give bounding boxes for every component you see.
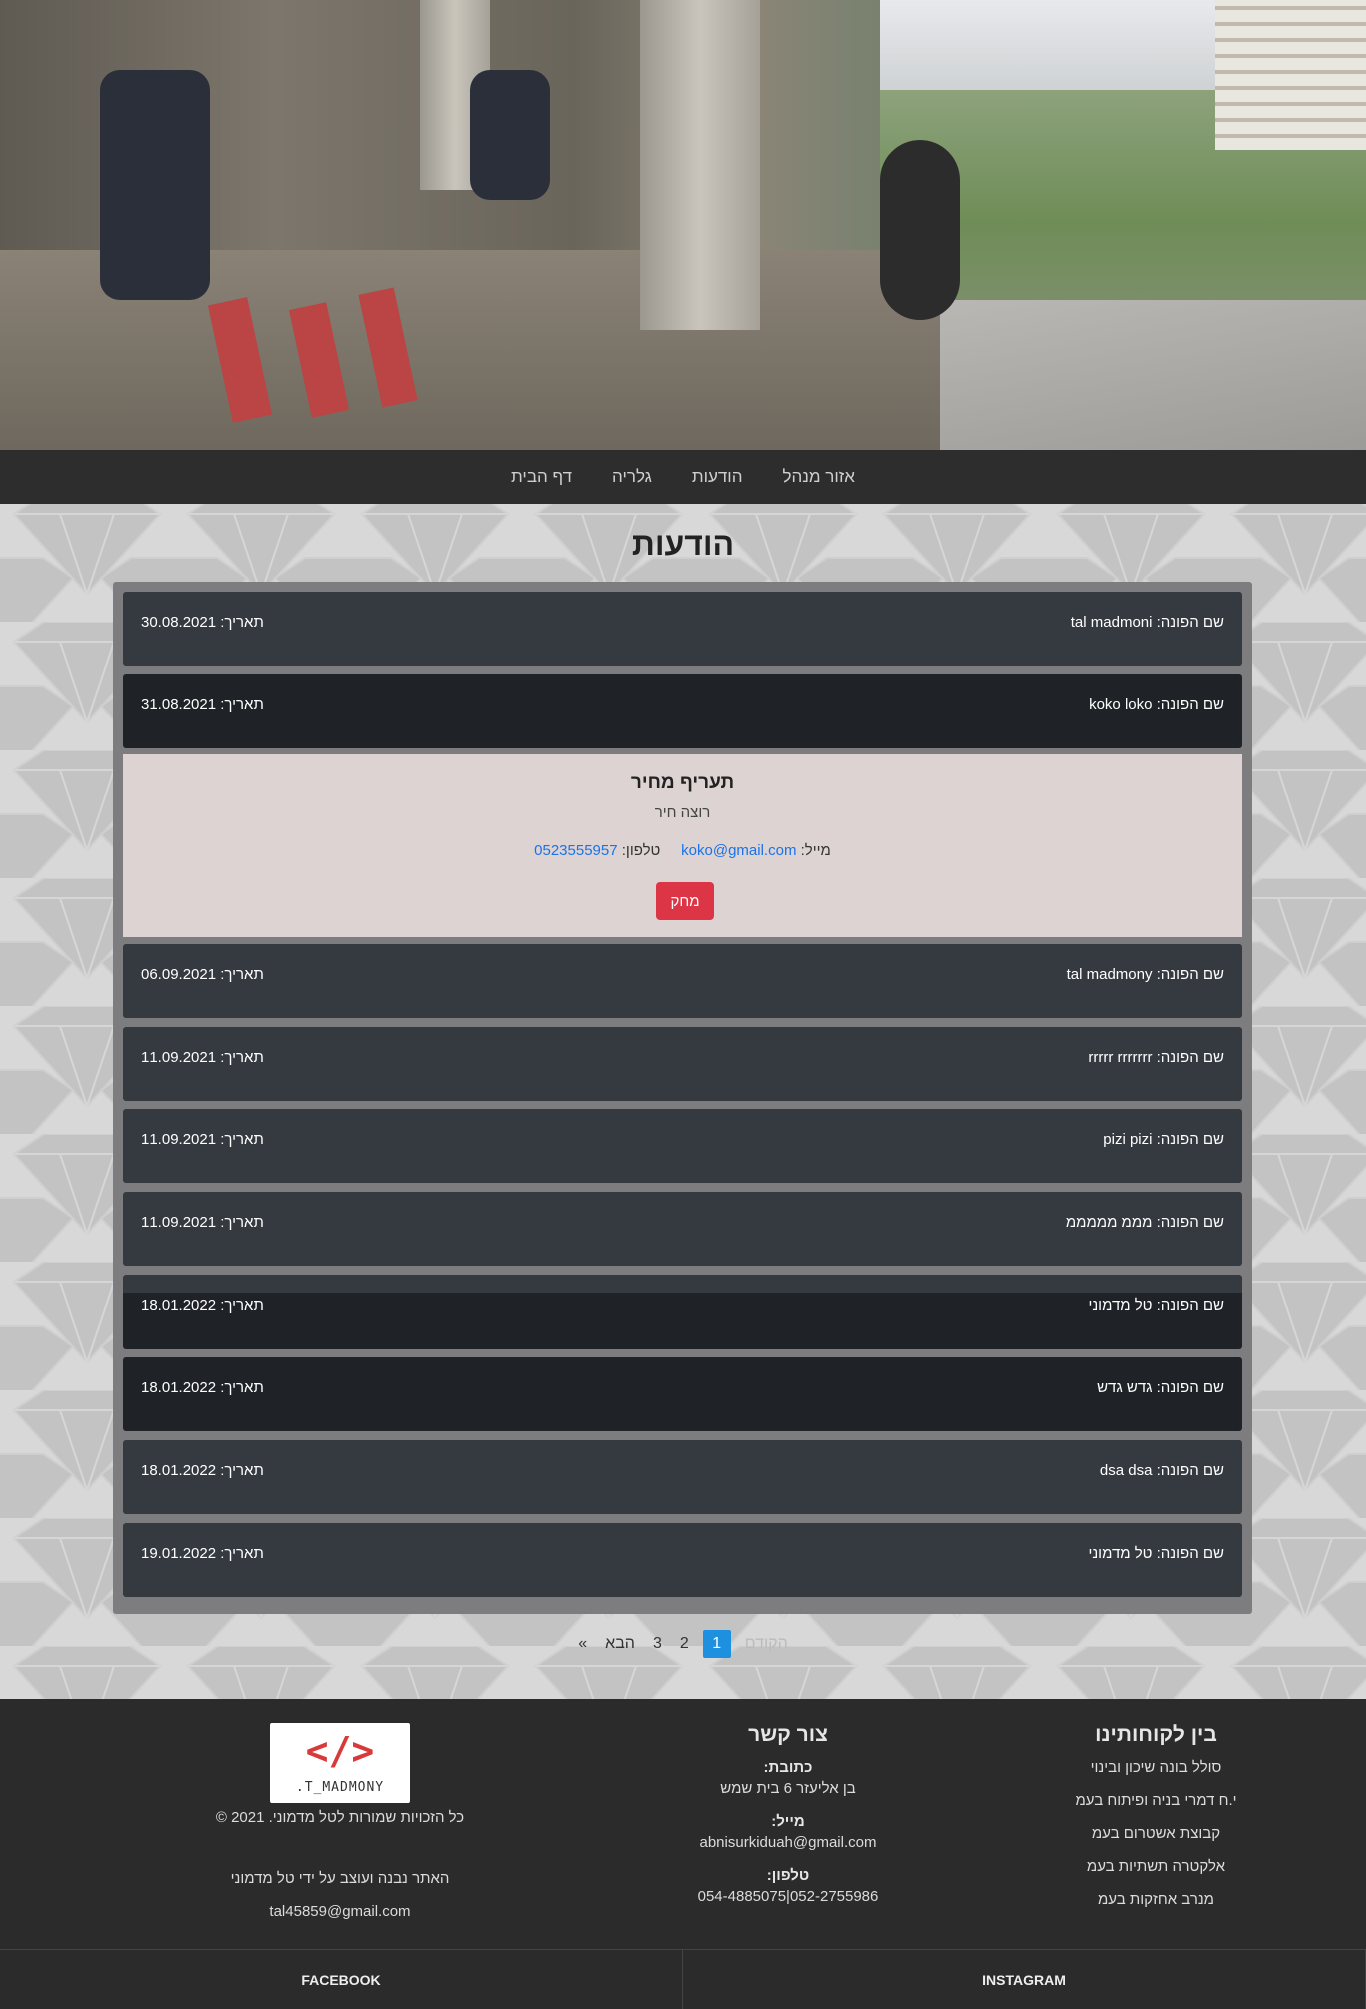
message-date: תאריך: 30.08.2021 — [141, 614, 264, 631]
messages-section: הודעות שם הפונה: tal madmoni תאריך: 30.0… — [0, 504, 1366, 1699]
footer: בין לקוחותינו סולל בונה שיכון ובינוי י.ח… — [0, 1699, 1366, 1949]
pager-last[interactable]: » — [574, 1633, 591, 1655]
sender-name: שם הפונה: טל מדמוני — [1088, 1545, 1224, 1562]
message-row-expanded[interactable]: שם הפונה: koko loko תאריך: 31.08.2021 — [123, 674, 1242, 748]
pager-page-1[interactable]: 1 — [702, 1630, 731, 1658]
brand-column: </> T_MADMONY. כל הזכויות שמורות לטל מדמ… — [140, 1723, 540, 1936]
mail-label: מייל: — [771, 1813, 805, 1830]
built-by: האתר נבנה ועוצב על ידי טל מדמוני — [230, 1870, 450, 1887]
clients-column: בין לקוחותינו סולל בונה שיכון ובינוי י.ח… — [1036, 1723, 1276, 1924]
message-row[interactable]: שם הפונה: pizi pizi תאריך: 11.09.2021 — [123, 1109, 1242, 1183]
message-date: תאריך: 18.01.2022 — [141, 1297, 264, 1314]
client-item: אלקטרה תשתיות בעמ — [1086, 1858, 1226, 1875]
sender-name: שם הפונה: rrrrr rrrrrrr — [1088, 1049, 1224, 1066]
message-row[interactable]: שם הפונה: tal madmoni תאריך: 30.08.2021 — [123, 592, 1242, 666]
message-row[interactable]: שם הפונה: מממ מממממ תאריך: 11.09.2021 — [123, 1192, 1242, 1266]
code-icon: </> — [305, 1729, 375, 1773]
client-item: סולל בונה שיכון ובינוי — [1090, 1759, 1222, 1776]
nav-home[interactable]: דף הבית — [511, 467, 572, 487]
mail-value[interactable]: abnisurkiduah@gmail.com — [638, 1834, 938, 1851]
pager-prev[interactable]: הקודם — [741, 1633, 792, 1655]
copyright: כל הזכויות שמורות לטל מדמוני. 2021 © — [215, 1809, 465, 1826]
message-row[interactable]: שם הפונה: dsa dsa תאריך: 18.01.2022 — [123, 1440, 1242, 1514]
facebook-link[interactable]: FACEBOOK — [0, 1950, 683, 2009]
logo-brand-text: T_MADMONY. — [295, 1780, 385, 1795]
message-row[interactable]: שם הפונה: טל מדמוני תאריך: 18.01.2022 — [123, 1275, 1242, 1349]
message-date: תאריך: 11.09.2021 — [141, 1131, 264, 1148]
message-contact: מייל: koko@gmail.com טלפון: 0523555957 — [123, 842, 1242, 859]
phone-label: טלפון: — [621, 842, 661, 859]
page-title: הודעות — [631, 526, 735, 562]
message-row[interactable]: שם הפונה: rrrrr rrrrrrr תאריך: 11.09.202… — [123, 1027, 1242, 1101]
message-date: תאריך: 11.09.2021 — [141, 1214, 264, 1231]
phone-value[interactable]: 052-2755986|054-4885075 — [638, 1888, 938, 1905]
message-date: תאריך: 18.01.2022 — [141, 1462, 264, 1479]
phone-link[interactable]: 0523555957 — [534, 842, 617, 859]
nav-admin[interactable]: אזור מנהל — [783, 467, 855, 487]
phone-label: טלפון: — [766, 1867, 810, 1884]
pager-page-2[interactable]: 2 — [676, 1633, 693, 1655]
message-row[interactable]: שם הפונה: גדש גדש תאריך: 18.01.2022 — [123, 1357, 1242, 1431]
client-item: י.ח דמרי בניה ופיתוח בעמ — [1075, 1792, 1237, 1809]
delete-button[interactable]: מחק — [656, 882, 714, 920]
builder-mail[interactable]: tal45859@gmail.com — [140, 1903, 540, 1920]
hero-image — [0, 0, 1366, 450]
message-detail: תעריף מחיר רוצה חיר מייל: koko@gmail.com… — [123, 754, 1242, 937]
sender-name: שם הפונה: גדש גדש — [1097, 1379, 1224, 1396]
brand-logo: </> T_MADMONY. — [270, 1723, 410, 1803]
address-value: בן אליעזר 6 בית שמש — [720, 1780, 856, 1797]
main-nav: דף הבית גלריה הודעות אזור מנהל — [0, 450, 1366, 504]
email-label: מייל: — [800, 842, 831, 859]
message-date: תאריך: 18.01.2022 — [141, 1379, 264, 1396]
sender-name: שם הפונה: tal madmoni — [1070, 614, 1224, 631]
message-body: רוצה חיר — [654, 804, 711, 821]
sender-name: שם הפונה: koko loko — [1089, 696, 1224, 713]
sender-name: שם הפונה: tal madmony — [1066, 966, 1224, 983]
message-date: תאריך: 06.09.2021 — [141, 966, 264, 983]
message-date: תאריך: 31.08.2021 — [141, 696, 264, 713]
pager-page-3[interactable]: 3 — [649, 1633, 666, 1655]
sender-name: שם הפונה: dsa dsa — [1099, 1462, 1224, 1479]
pagination: הקודם 1 2 3 הבא » — [0, 1629, 1366, 1659]
pager-next[interactable]: הבא — [601, 1633, 639, 1655]
address-label: כתובת: — [763, 1759, 813, 1776]
message-row[interactable]: שם הפונה: tal madmony תאריך: 06.09.2021 — [123, 944, 1242, 1018]
messages-panel: שם הפונה: tal madmoni תאריך: 30.08.2021 … — [113, 582, 1252, 1614]
sender-name: שם הפונה: טל מדמוני — [1088, 1297, 1224, 1314]
nav-gallery[interactable]: גלריה — [612, 467, 652, 487]
client-item: מנרב אחזקות בעמ — [1098, 1891, 1214, 1908]
contact-title: צור קשר — [748, 1723, 828, 1746]
sender-name: שם הפונה: pizi pizi — [1103, 1131, 1224, 1148]
email-link[interactable]: koko@gmail.com — [681, 842, 796, 859]
message-row[interactable]: שם הפונה: טל מדמוני תאריך: 19.01.2022 — [123, 1523, 1242, 1597]
social-bar: FACEBOOK INSTAGRAM — [0, 1949, 1366, 2009]
message-date: תאריך: 19.01.2022 — [141, 1545, 264, 1562]
clients-title: בין לקוחותינו — [1095, 1723, 1217, 1746]
message-date: תאריך: 11.09.2021 — [141, 1049, 264, 1066]
instagram-link[interactable]: INSTAGRAM — [683, 1950, 1366, 2009]
message-subject: תעריף מחיר — [630, 772, 735, 793]
client-item: קבוצת אשטרום בעמ — [1091, 1825, 1221, 1842]
nav-messages[interactable]: הודעות — [692, 467, 743, 487]
sender-name: שם הפונה: מממ מממממ — [1065, 1214, 1224, 1231]
contact-column: צור קשר כתובת: בן אליעזר 6 בית שמש מייל:… — [638, 1723, 938, 1921]
